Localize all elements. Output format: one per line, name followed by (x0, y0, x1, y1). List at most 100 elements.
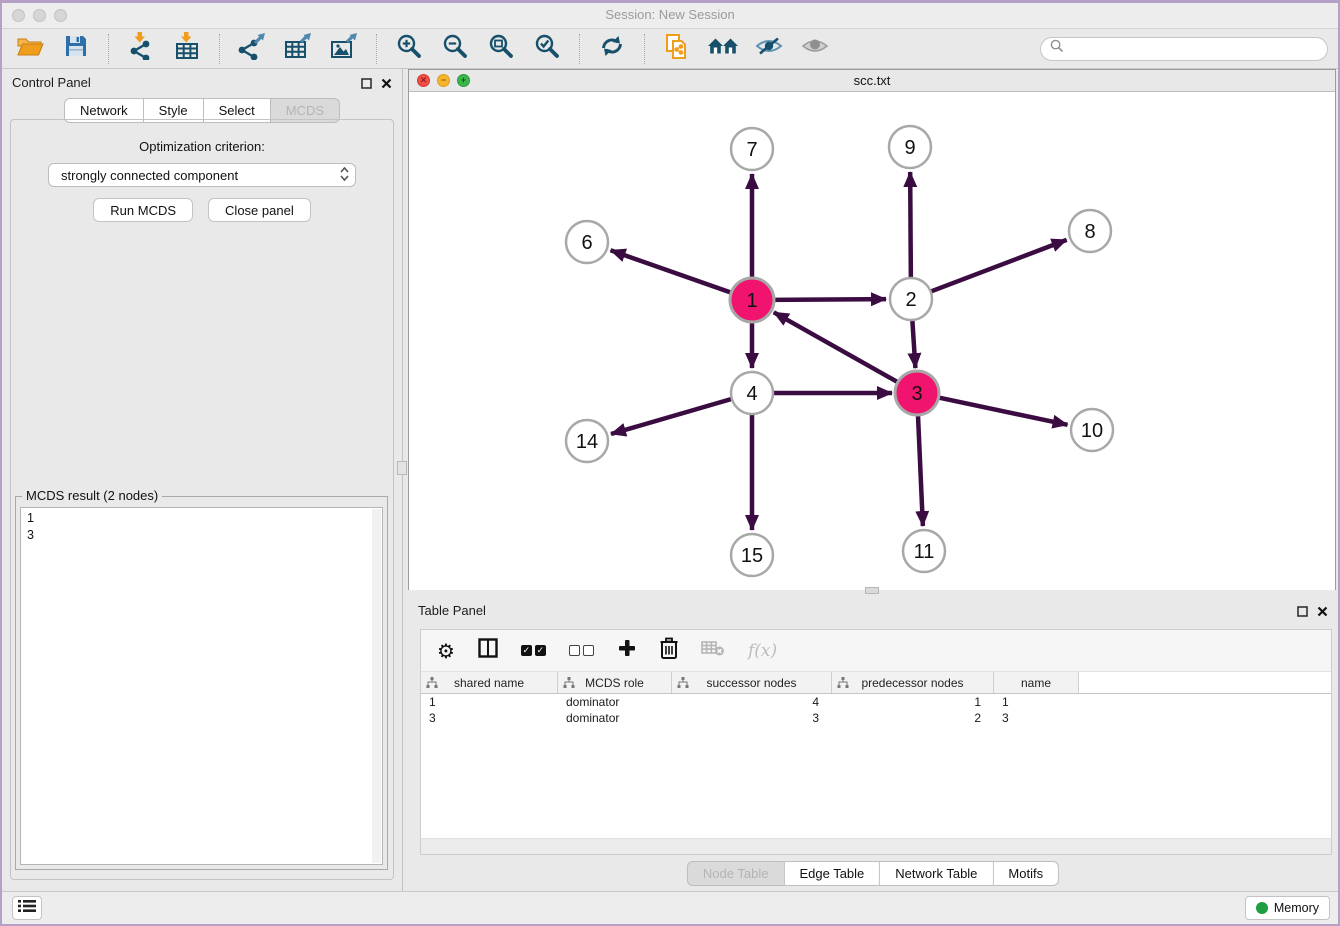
float-table-panel-icon[interactable] (1297, 604, 1308, 622)
add-column-button[interactable] (617, 638, 637, 663)
first-neighbors-button[interactable] (705, 32, 741, 66)
hide-all-columns-button[interactable] (569, 645, 594, 656)
close-panel-button[interactable]: Close panel (208, 198, 311, 222)
table-toolbar: ⚙ ✓✓ f(x) (421, 630, 1331, 672)
import-network-button[interactable] (123, 32, 159, 66)
zoom-fit-button[interactable] (483, 32, 519, 66)
float-panel-icon[interactable] (361, 76, 372, 94)
tab-network-table[interactable]: Network Table (880, 861, 993, 886)
zoom-out-button[interactable] (437, 32, 473, 66)
table-cell: 3 (672, 711, 832, 725)
function-builder-button[interactable]: f(x) (748, 641, 777, 661)
toolbar-separator (644, 34, 645, 64)
graph-node-label-9: 9 (904, 137, 915, 159)
graph-node-label-10: 10 (1081, 420, 1103, 442)
graph-edge-3-10[interactable] (938, 397, 1068, 424)
control-panel: Control Panel NetworkStyleSelectMCDS Opt… (2, 69, 403, 892)
table-cell: 1 (421, 695, 558, 709)
window-title: Session: New Session (2, 7, 1338, 22)
graph-edge-3-1[interactable] (774, 312, 899, 382)
plus-icon (617, 638, 637, 663)
column-header-predecessor-nodes[interactable]: predecessor nodes (832, 672, 994, 693)
search-input[interactable] (1069, 40, 1318, 57)
table-row[interactable]: 1dominator411 (421, 694, 1331, 710)
delete-column-button[interactable] (660, 637, 678, 664)
hide-selected-button[interactable] (751, 32, 787, 66)
tab-node-table[interactable]: Node Table (687, 861, 785, 886)
export-network-button[interactable] (234, 32, 270, 66)
graph-edge-2-8[interactable] (931, 240, 1067, 292)
canvas-splitter-handle[interactable] (865, 587, 879, 594)
result-scrollbar[interactable] (372, 509, 381, 863)
import-table-icon (174, 32, 200, 65)
zoom-out-icon (442, 33, 468, 64)
mcds-result-text: 1 3 (21, 508, 382, 546)
zoom-in-button[interactable] (391, 32, 427, 66)
tab-edge-table[interactable]: Edge Table (784, 861, 880, 886)
tree-hierarchy-icon (563, 677, 575, 688)
export-table-button[interactable] (280, 32, 316, 66)
open-session-button[interactable] (12, 32, 48, 66)
search-icon (1050, 39, 1064, 58)
export-image-button[interactable] (326, 32, 362, 66)
graph-edge-3-11[interactable] (918, 414, 923, 526)
mcds-panel: Optimization criterion: strongly connect… (10, 119, 394, 880)
tree-hierarchy-icon (837, 677, 849, 688)
export-table-icon (284, 33, 312, 64)
memory-button[interactable]: Memory (1245, 896, 1330, 920)
show-all-button[interactable] (797, 32, 833, 66)
graph-edge-4-14[interactable] (611, 399, 732, 434)
show-all-columns-button[interactable]: ✓✓ (521, 645, 546, 656)
column-header-successor-nodes[interactable]: successor nodes (672, 672, 832, 693)
table-settings-button[interactable]: ⚙ (437, 641, 455, 661)
network-window-titlebar[interactable]: ✕ − + scc.txt (409, 70, 1335, 92)
delete-table-button[interactable] (701, 639, 725, 662)
search-field[interactable] (1040, 37, 1328, 61)
export-image-icon (330, 33, 358, 64)
optimization-criterion-select[interactable]: strongly connected component (48, 163, 356, 187)
toolbar-separator (219, 34, 220, 64)
export-network-icon (238, 33, 266, 65)
table-cell: 1 (832, 695, 994, 709)
mcds-result-textarea[interactable]: 1 3 (20, 507, 383, 865)
save-session-button[interactable] (58, 32, 94, 66)
graph-edge-1-2[interactable] (773, 299, 886, 300)
network-window-title: scc.txt (409, 73, 1335, 88)
split-panel-button[interactable] (478, 638, 498, 663)
column-header-shared-name[interactable]: shared name (421, 672, 558, 693)
mcds-result-group: MCDS result (2 nodes) 1 3 (15, 496, 388, 870)
column-header-name[interactable]: name (994, 672, 1079, 693)
zoom-selected-button[interactable] (529, 32, 565, 66)
clone-network-button[interactable] (659, 32, 695, 66)
checked-box-icon: ✓ (521, 645, 532, 656)
open-folder-icon (16, 34, 44, 63)
close-panel-icon[interactable] (381, 76, 392, 94)
apply-layout-button[interactable] (594, 32, 630, 66)
tab-motifs[interactable]: Motifs (993, 861, 1059, 886)
eye-slash-icon (755, 35, 783, 62)
column-header-mcds-role[interactable]: MCDS role (558, 672, 672, 693)
trash-icon (660, 637, 678, 664)
toolbar-separator (579, 34, 580, 64)
table-row[interactable]: 3dominator323 (421, 710, 1331, 726)
table-header-row: shared nameMCDS rolesuccessor nodesprede… (421, 672, 1331, 694)
task-history-button[interactable] (12, 896, 42, 920)
graph-node-label-8: 8 (1084, 221, 1095, 243)
graph-edge-2-9[interactable] (910, 172, 911, 278)
status-bar: Memory (2, 891, 1338, 924)
graph-edge-1-6[interactable] (611, 250, 733, 293)
run-mcds-button[interactable]: Run MCDS (93, 198, 193, 222)
table-cell: dominator (558, 711, 672, 725)
network-canvas[interactable]: 7968124314101511 (409, 92, 1335, 590)
list-icon (17, 898, 37, 919)
graph-node-label-11: 11 (914, 541, 935, 563)
checked-box-icon: ✓ (535, 645, 546, 656)
graph-edge-2-3[interactable] (912, 320, 915, 368)
graph-node-label-3: 3 (911, 383, 922, 405)
import-table-button[interactable] (169, 32, 205, 66)
tree-hierarchy-icon (677, 677, 689, 688)
panel-splitter-handle[interactable] (397, 461, 407, 475)
table-horizontal-scrollbar[interactable] (421, 838, 1331, 854)
mcds-result-title: MCDS result (2 nodes) (22, 488, 162, 503)
close-table-panel-icon[interactable] (1317, 604, 1328, 622)
